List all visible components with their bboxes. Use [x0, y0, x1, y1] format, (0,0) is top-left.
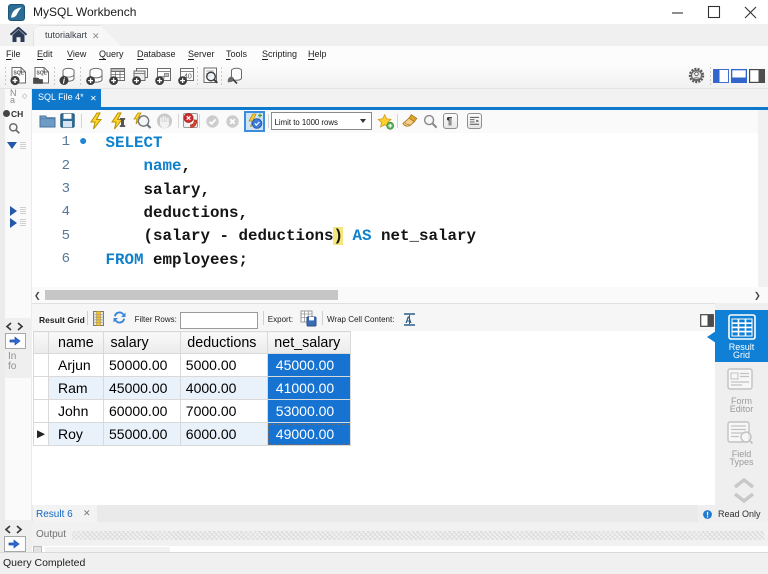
svg-text:A: A: [405, 315, 412, 325]
svg-text:SQL: SQL: [37, 71, 47, 77]
svg-text:SQL: SQL: [14, 71, 24, 77]
